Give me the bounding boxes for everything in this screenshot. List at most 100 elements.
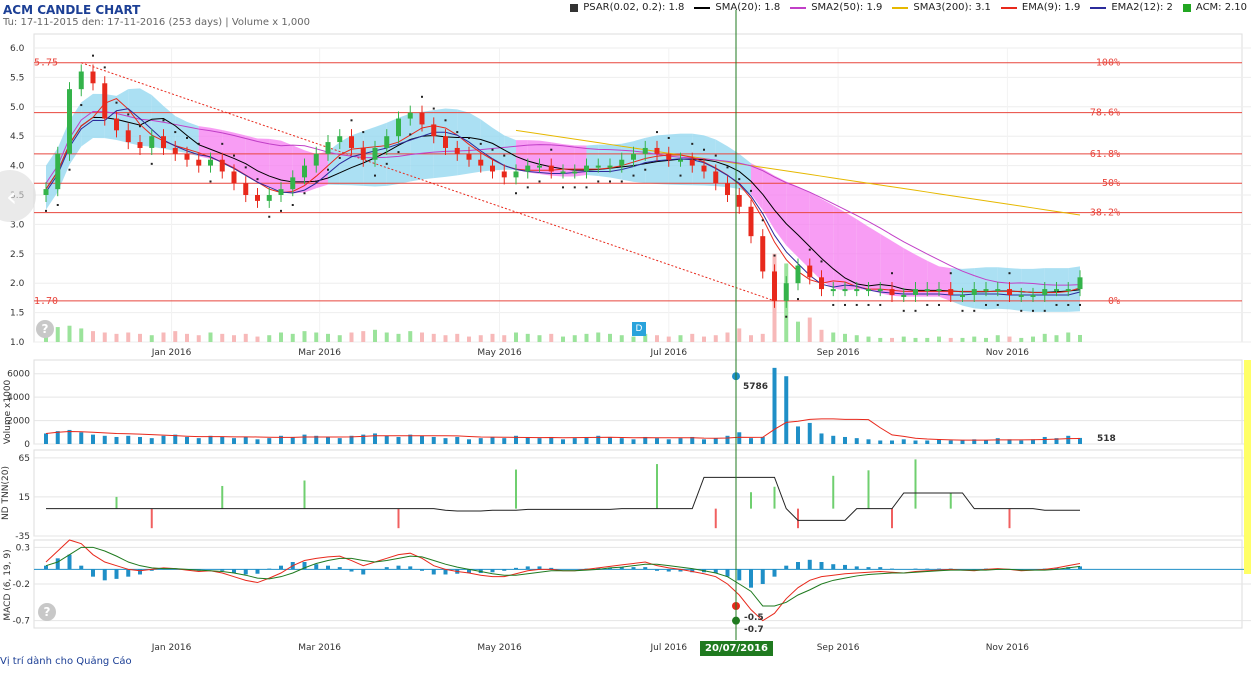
- volume-bar: [984, 440, 988, 444]
- volume-bar: [807, 422, 812, 444]
- psar-dot: [879, 303, 882, 306]
- legend-label: EMA(9): 1.9: [1021, 2, 1081, 13]
- chart-subtitle: Tu: 17-11-2015 den: 17-11-2016 (253 days…: [3, 17, 310, 28]
- volume-bar: [995, 438, 1000, 444]
- legend-swatch: [1000, 6, 1017, 9]
- y-tick-label: 65: [19, 454, 30, 464]
- candle-body: [125, 130, 131, 143]
- candle-body: [572, 171, 578, 174]
- volume-bar-overlay: [807, 317, 812, 342]
- side-panel-tab[interactable]: [1244, 360, 1251, 574]
- volume-bar: [138, 436, 142, 444]
- volume-bar-overlay: [420, 332, 424, 342]
- psar-dot: [679, 174, 682, 177]
- psar-dot: [338, 156, 341, 159]
- psar-dot: [973, 309, 976, 312]
- volume-bar: [784, 376, 789, 444]
- volume-bar: [149, 438, 154, 444]
- volume-bar-overlay: [314, 332, 319, 342]
- volume-bar: [490, 436, 495, 444]
- macd-histogram-bar: [666, 569, 671, 572]
- x-tick-label: Mar 2016: [298, 348, 341, 358]
- psar-dot: [761, 219, 764, 222]
- volume-bar-overlay: [384, 332, 389, 342]
- candle-body: [913, 289, 918, 295]
- macd-histogram-bar: [925, 568, 930, 570]
- cloud-segment: [997, 267, 1010, 310]
- volume-bar-overlay: [796, 321, 800, 342]
- candle-body: [1077, 277, 1083, 290]
- event-marker[interactable]: D: [632, 322, 646, 336]
- volume-bar-overlay: [455, 333, 460, 342]
- volume-bar: [666, 439, 671, 444]
- psar-dot: [221, 142, 224, 145]
- crosshair-date-badge: 20/07/2016: [700, 641, 773, 656]
- macd-histogram-bar: [878, 567, 883, 570]
- x-tick-label: Jan 2016: [151, 348, 192, 358]
- macd-histogram-bar: [725, 569, 730, 577]
- macd-histogram-bar: [220, 569, 225, 571]
- psar-dot: [1079, 303, 1081, 306]
- psar-dot: [115, 101, 118, 104]
- legend-item[interactable]: SMA(20): 1.8: [694, 2, 780, 13]
- volume-bar: [890, 440, 894, 444]
- volume-bar-overlay: [349, 332, 354, 342]
- legend-item[interactable]: PSAR(0.02, 0.2): 1.8: [570, 2, 684, 13]
- macd-histogram-bar: [749, 569, 753, 588]
- candle-body: [1030, 294, 1036, 297]
- psar-dot: [667, 136, 670, 139]
- macd-histogram-bar: [126, 569, 131, 577]
- legend-swatch: [790, 6, 807, 9]
- legend-item[interactable]: EMA2(12): 2: [1090, 2, 1173, 13]
- psar-dot: [1067, 303, 1070, 306]
- volume-bar-overlay: [1054, 335, 1059, 342]
- candle-body: [266, 195, 272, 201]
- volume-bar: [196, 438, 201, 444]
- candle-body: [102, 83, 108, 119]
- candle-body: [1065, 289, 1071, 292]
- legend-item[interactable]: SMA3(200): 3.1: [892, 2, 991, 13]
- candle-body: [537, 165, 542, 168]
- psar-dot: [961, 309, 964, 312]
- psar-dot: [644, 168, 647, 171]
- cloud-segment: [939, 266, 951, 301]
- psar-dot: [350, 119, 353, 122]
- psar-dot: [714, 154, 717, 157]
- macd-histogram-bar: [737, 569, 742, 581]
- candle-body: [971, 289, 977, 295]
- help-icon[interactable]: ?: [38, 603, 56, 621]
- candle-body: [760, 236, 766, 272]
- candle-body: [184, 153, 190, 160]
- fib-label: 100%: [1096, 58, 1120, 69]
- fib-label: 50%: [1102, 178, 1120, 189]
- candle-body: [689, 159, 695, 166]
- candle-body: [1018, 294, 1024, 297]
- volume-bar-overlay: [79, 328, 84, 342]
- candle-body: [842, 289, 848, 292]
- legend-item[interactable]: ACM: 2.10: [1182, 2, 1247, 13]
- candle-body: [866, 289, 871, 292]
- legend-item[interactable]: SMA2(50): 1.9: [790, 2, 882, 13]
- macd-histogram-bar: [643, 567, 648, 570]
- chart-canvas: 6.05.55.04.54.03.53.02.52.01.51.0Jan 201…: [1, 10, 1251, 653]
- cloud-segment: [986, 267, 998, 310]
- candle-body: [607, 165, 613, 168]
- legend-item[interactable]: EMA(9): 1.9: [1000, 2, 1081, 13]
- legend-label: SMA3(200): 3.1: [913, 2, 991, 13]
- plot-background: [33, 359, 1243, 445]
- psar-dot: [1020, 309, 1023, 312]
- volume-bar-overlay: [196, 335, 201, 342]
- volume-bar: [925, 440, 930, 444]
- x-tick-label: May 2016: [477, 643, 522, 653]
- legend-swatch: [694, 6, 711, 9]
- psar-dot: [738, 178, 741, 181]
- volume-bar-overlay: [549, 333, 554, 342]
- y-tick-label: 6000: [7, 370, 30, 380]
- psar-dot: [150, 162, 153, 165]
- volume-bar: [255, 439, 260, 444]
- psar-dot: [562, 186, 564, 189]
- volume-bar: [373, 433, 377, 444]
- volume-annotation: 5786: [743, 382, 768, 392]
- ndtnn-panel: 65 15 -35 ND TNN(20): [1, 449, 1251, 542]
- help-icon[interactable]: ?: [36, 320, 54, 338]
